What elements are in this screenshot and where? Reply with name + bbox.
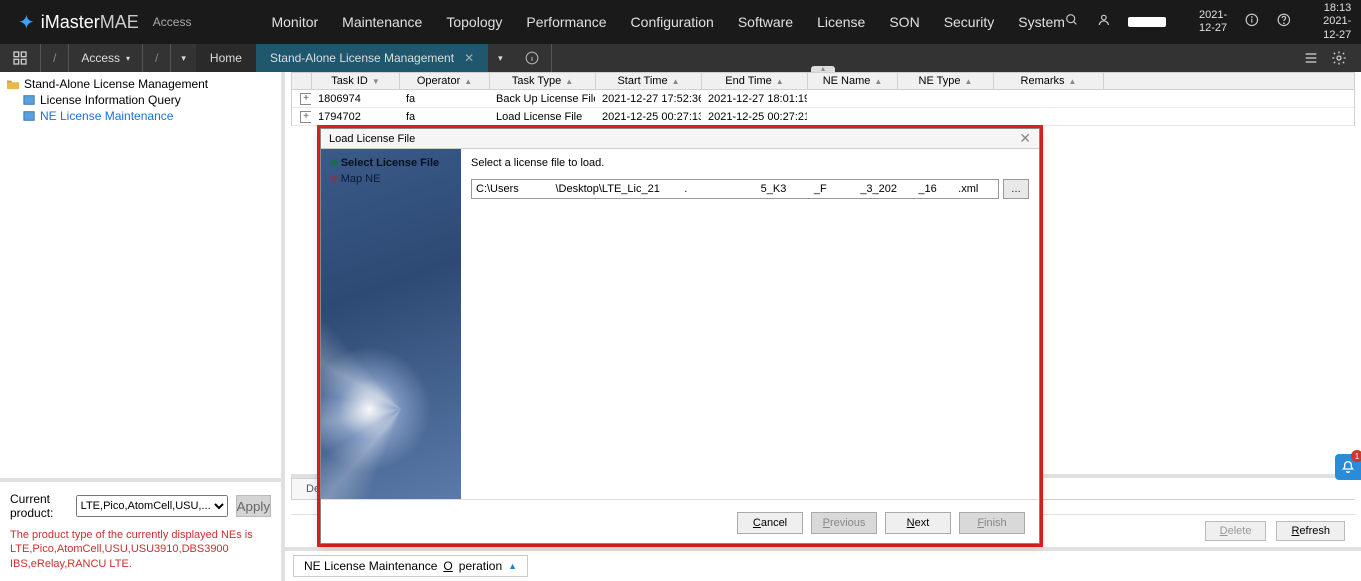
tab-license-mgmt[interactable]: Stand-Alone License Management ✕: [256, 44, 488, 72]
nav-son[interactable]: SON: [889, 14, 919, 30]
nav-tree: Stand-Alone License Management License I…: [0, 72, 281, 478]
tabbar: / Access ▾ / ▾ Home Stand-Alone License …: [0, 44, 1361, 72]
notification-fab[interactable]: 1: [1335, 454, 1361, 480]
search-icon[interactable]: [1065, 13, 1079, 31]
browse-button[interactable]: …: [1003, 179, 1029, 199]
delete-button[interactable]: Delete: [1205, 521, 1267, 541]
col-tasktype[interactable]: Task Type▲: [490, 73, 596, 89]
table-header: Task ID▼ Operator▲ Task Type▲ Start Time…: [291, 72, 1355, 90]
close-tab-icon[interactable]: ✕: [464, 51, 474, 65]
operation-bar: NE License Maintenance Operation ▲: [285, 547, 1361, 581]
filter-panel: Current product: LTE,Pico,AtomCell,USU,.…: [0, 478, 281, 581]
brand: ✦ iMasterMAE: [18, 10, 139, 35]
finish-button[interactable]: Finish: [959, 512, 1025, 534]
username: [1128, 17, 1166, 27]
wizard-sidebar: >>Select License File >>Map NE: [321, 149, 461, 499]
tree-item-ne-maint[interactable]: NE License Maintenance: [6, 108, 275, 124]
table-row[interactable]: + 1794702 fa Load License File 2021-12-2…: [292, 108, 1354, 126]
tab-home[interactable]: Home: [196, 44, 256, 72]
tree-item-info-query[interactable]: License Information Query: [6, 92, 275, 108]
list-icon[interactable]: [1303, 50, 1319, 66]
nav-security[interactable]: Security: [944, 14, 995, 30]
col-taskid[interactable]: Task ID▼: [312, 73, 400, 89]
file-path-input[interactable]: [471, 179, 999, 199]
help-icon[interactable]: [1277, 13, 1291, 31]
tab-info-icon[interactable]: [513, 44, 552, 72]
header-right: 2021-12-27 18:13 2021-12-27: [1065, 2, 1351, 42]
clock: 18:13 2021-12-27: [1308, 2, 1351, 42]
operation-menu[interactable]: NE License Maintenance Operation ▲: [293, 555, 528, 577]
nav-monitor[interactable]: Monitor: [271, 14, 318, 30]
expand-icon[interactable]: +: [300, 111, 312, 123]
close-icon[interactable]: ✕: [1019, 130, 1031, 147]
tab-back[interactable]: ▾: [171, 44, 196, 72]
nav-software[interactable]: Software: [738, 14, 793, 30]
table-row[interactable]: + 1806974 fa Back Up License File 2021-1…: [292, 90, 1354, 108]
sidebar: Stand-Alone License Management License I…: [0, 72, 285, 581]
nav-maintenance[interactable]: Maintenance: [342, 14, 422, 30]
load-license-dialog: Load License File ✕ >>Select License Fil…: [320, 128, 1040, 544]
tab-overflow[interactable]: ▾: [488, 44, 513, 72]
col-end[interactable]: End Time▲: [702, 73, 808, 89]
primary-nav: Monitor Maintenance Topology Performance…: [271, 14, 1064, 30]
col-netype[interactable]: NE Type▲: [898, 73, 994, 89]
product-select[interactable]: LTE,Pico,AtomCell,USU,...: [76, 495, 228, 517]
wizard-step-select-file[interactable]: >>Select License File: [329, 155, 453, 171]
apply-button[interactable]: Apply: [236, 495, 271, 517]
col-remarks[interactable]: Remarks▲: [994, 73, 1104, 89]
nav-system[interactable]: System: [1018, 14, 1065, 30]
nav-performance[interactable]: Performance: [526, 14, 606, 30]
dialog-footer: Cancel Previous Next Finish: [321, 499, 1039, 545]
apps-icon[interactable]: [0, 44, 41, 72]
top-header: ✦ iMasterMAE Access Monitor Maintenance …: [0, 0, 1361, 44]
col-operator[interactable]: Operator▲: [400, 73, 490, 89]
cancel-button[interactable]: Cancel: [737, 512, 803, 534]
refresh-button[interactable]: Refresh: [1276, 521, 1345, 541]
fab-badge: 1: [1351, 450, 1361, 462]
user-icon[interactable]: [1097, 13, 1111, 31]
dialog-title: Load License File: [329, 133, 415, 145]
user-date: 2021-12-27: [1184, 9, 1227, 35]
nav-topology[interactable]: Topology: [446, 14, 502, 30]
filter-label: Current product:: [10, 492, 68, 520]
expand-icon[interactable]: +: [300, 93, 312, 105]
gear-icon[interactable]: [1331, 50, 1347, 66]
brand-text: iMasterMAE: [41, 12, 139, 33]
dialog-titlebar[interactable]: Load License File ✕: [321, 129, 1039, 149]
next-button[interactable]: Next: [885, 512, 951, 534]
brand-icon: ✦: [18, 10, 35, 35]
tree-root[interactable]: Stand-Alone License Management: [6, 76, 275, 92]
col-nename[interactable]: NE Name▲: [808, 73, 898, 89]
filter-note: The product type of the currently displa…: [10, 528, 271, 571]
tab-segment-access[interactable]: Access ▾: [69, 44, 143, 72]
wizard-prompt: Select a license file to load.: [471, 157, 1029, 171]
splitter-handle[interactable]: ▴: [811, 66, 835, 72]
previous-button[interactable]: Previous: [811, 512, 877, 534]
nav-configuration[interactable]: Configuration: [631, 14, 714, 30]
info-icon[interactable]: [1245, 13, 1259, 31]
wizard-step-map-ne[interactable]: >>Map NE: [329, 171, 453, 187]
col-start[interactable]: Start Time▲: [596, 73, 702, 89]
wizard-main: Select a license file to load. …: [461, 149, 1039, 499]
brand-section: Access: [153, 15, 192, 29]
nav-license[interactable]: License: [817, 14, 865, 30]
